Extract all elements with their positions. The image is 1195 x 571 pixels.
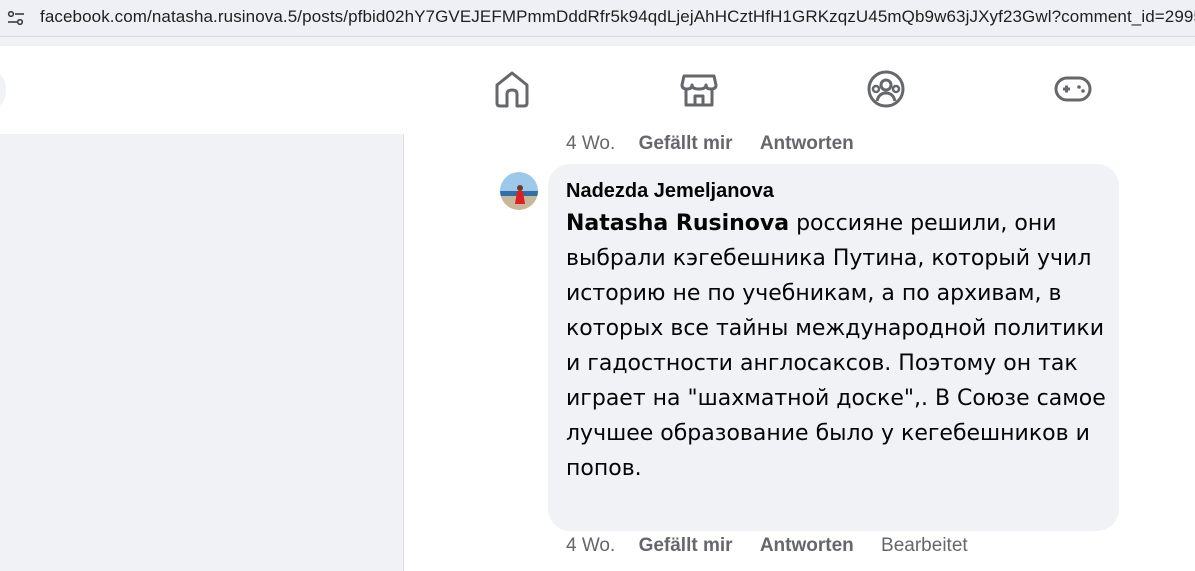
previous-comment-actions: 4 Wo. Gefällt mir Antworten — [566, 133, 854, 155]
avatar-image — [500, 172, 538, 210]
site-settings-icon[interactable] — [6, 8, 26, 28]
home-icon[interactable] — [492, 68, 532, 110]
avatar[interactable] — [500, 172, 538, 210]
comment-timestamp[interactable]: 4 Wo. — [566, 535, 615, 556]
comment-actions: 4 Wo. Gefällt mir Antworten Bearbeitet — [566, 535, 968, 557]
groups-icon[interactable] — [866, 68, 906, 110]
browser-url-bar: facebook.com/natasha.rusinova.5/posts/pf… — [0, 0, 1195, 37]
marketplace-icon[interactable] — [679, 68, 719, 110]
like-button[interactable]: Gefällt mir — [639, 535, 733, 556]
mention-link[interactable]: Natasha Rusinova — [566, 211, 789, 236]
url-text[interactable]: facebook.com/natasha.rusinova.5/posts/pf… — [40, 7, 1195, 27]
comment-author[interactable]: Nadezda Jemeljanova — [566, 180, 774, 203]
comment-text: Natasha Rusinova россияне решили, они вы… — [566, 206, 1106, 486]
comment-body: россияне решили, они выбрали кэгебешника… — [566, 211, 1106, 481]
like-button[interactable]: Gefällt mir — [639, 133, 733, 154]
gaming-icon[interactable] — [1053, 68, 1093, 110]
edited-label: Bearbeitet — [881, 535, 968, 556]
left-sidebar-area — [0, 134, 403, 571]
comment-timestamp[interactable]: 4 Wo. — [566, 133, 615, 154]
address-bar[interactable]: facebook.com/natasha.rusinova.5/posts/pf… — [0, 0, 1195, 36]
reply-button[interactable]: Antworten — [760, 535, 854, 556]
reply-button[interactable]: Antworten — [760, 133, 854, 154]
search-button[interactable] — [0, 70, 6, 110]
facebook-header — [0, 46, 1195, 134]
